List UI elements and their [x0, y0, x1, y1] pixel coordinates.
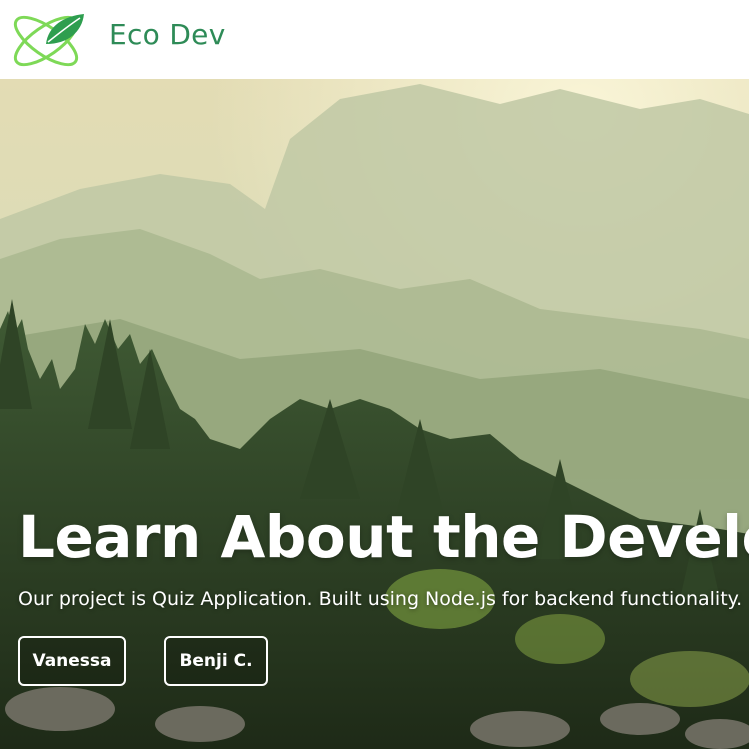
hero-subtitle: Our project is Quiz Application. Built u…	[18, 588, 743, 610]
navbar: Eco Dev	[0, 0, 749, 79]
developer-benji-button[interactable]: Benji C.	[164, 636, 268, 686]
hero-section: Learn About the Developers Our project i…	[0, 79, 749, 749]
hero-title: Learn About the Developers	[18, 503, 749, 571]
brand-name[interactable]: Eco Dev	[109, 18, 226, 51]
developer-vanessa-button[interactable]: Vanessa	[18, 636, 126, 686]
leaf-orbit-icon[interactable]	[6, 4, 90, 74]
